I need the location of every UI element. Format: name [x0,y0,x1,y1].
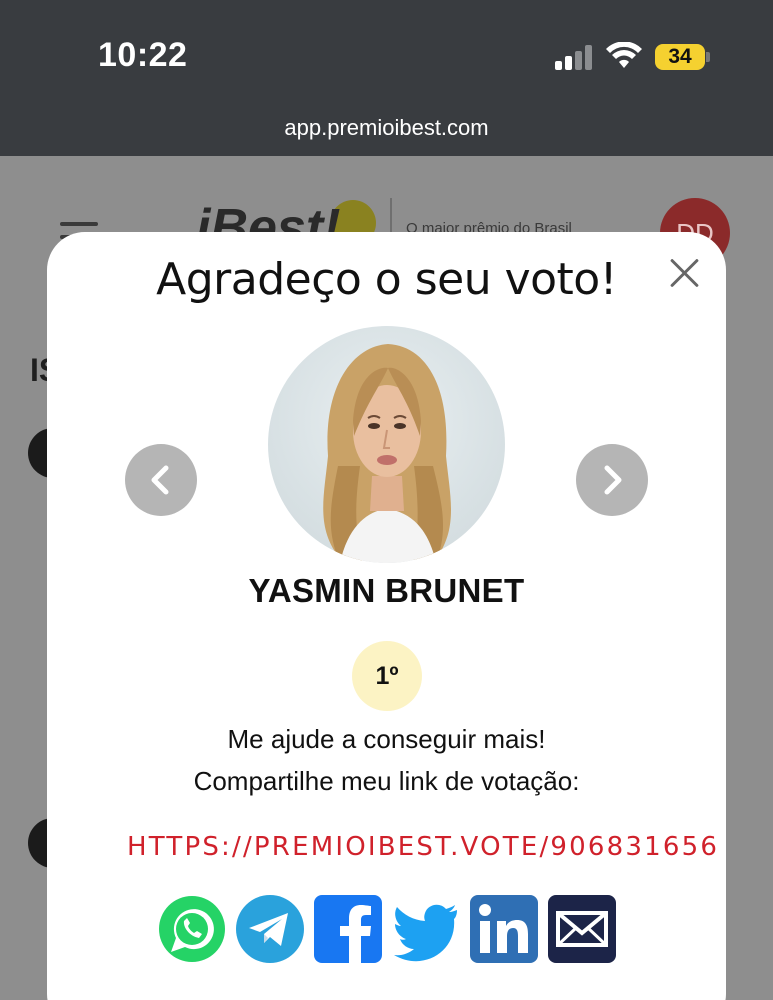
vote-thanks-modal: Agradeço o seu voto! YASMIN BRUNET 1º Me… [47,232,726,1000]
previous-nominee-button[interactable] [125,444,197,516]
cellular-signal-icon [555,44,595,70]
help-text: Me ajude a conseguir mais! [227,724,546,754]
telegram-icon[interactable] [235,894,305,964]
email-icon[interactable] [547,894,617,964]
rank-badge: 1º [352,641,422,711]
battery-icon: 34 [655,44,705,70]
close-icon[interactable] [667,256,701,290]
nominee-photo [268,326,505,563]
nominee-name: YASMIN BRUNET [248,572,525,609]
next-nominee-button[interactable] [576,444,648,516]
facebook-icon[interactable] [313,894,383,964]
status-bar: 10:22 34 [0,0,773,100]
status-time: 10:22 [98,36,188,74]
url-bar[interactable]: app.premioibest.com [0,100,773,156]
wifi-icon [606,42,642,68]
chevron-left-icon [151,465,169,495]
vote-link[interactable]: HTTPS://PREMIOIBEST.VOTE/906831656 [127,832,719,862]
share-instruction: Compartilhe meu link de votação: [193,766,580,796]
battery-tip [706,52,710,62]
whatsapp-icon[interactable] [157,894,227,964]
linkedin-icon[interactable] [469,894,539,964]
modal-title: Agradeço o seu voto! [156,254,617,305]
chevron-right-icon [604,465,622,495]
twitter-icon[interactable] [391,894,461,964]
